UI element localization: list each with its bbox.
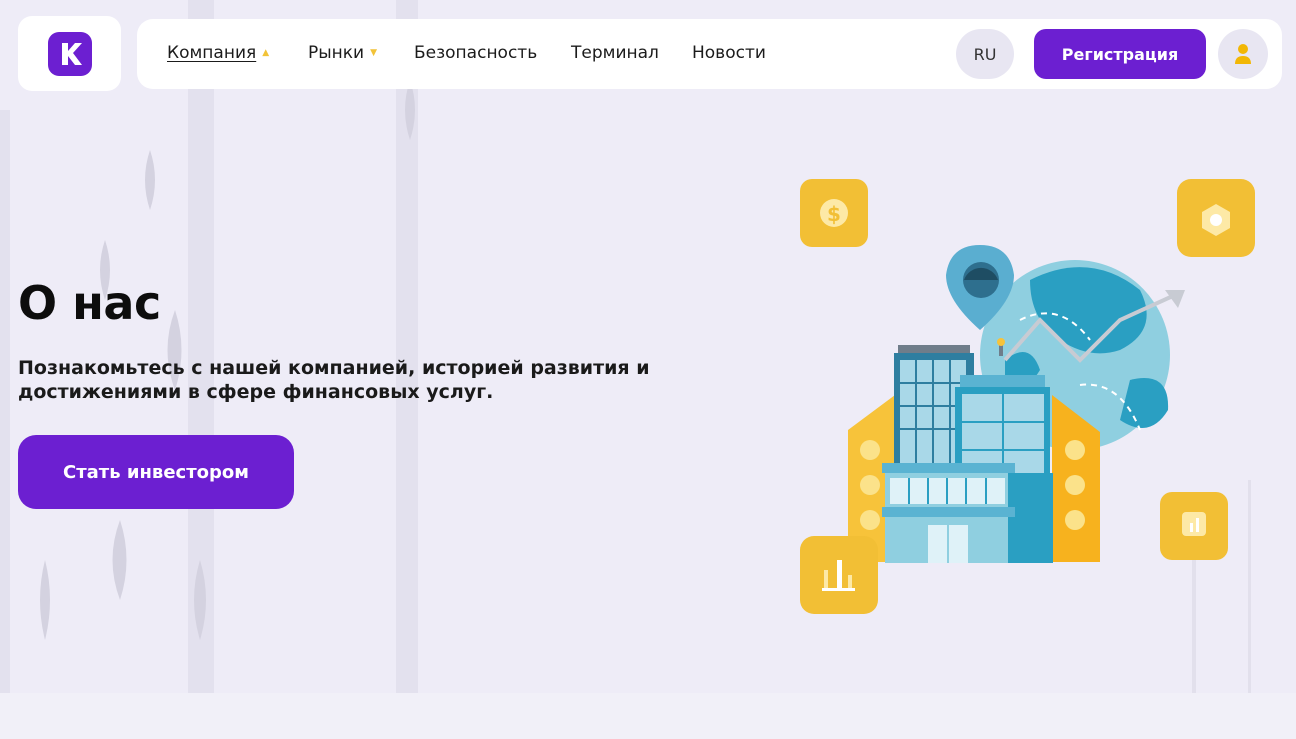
bar-chart-icon: [800, 536, 878, 614]
page-subtitle: Познакомьтесь с нашей компанией, историе…: [18, 357, 650, 403]
nav-item-label: Компания: [167, 43, 257, 63]
nav-item-terminal[interactable]: Терминал: [571, 43, 659, 63]
nav-item-markets[interactable]: Рынки ▼: [308, 43, 377, 63]
footer-band: [0, 693, 1296, 739]
chevron-up-icon: ▲: [262, 48, 270, 58]
user-icon: [1235, 44, 1251, 64]
register-button[interactable]: Регистрация: [1034, 29, 1206, 79]
nav-item-news[interactable]: Новости: [692, 43, 766, 63]
nav-item-label: Терминал: [571, 43, 659, 63]
become-investor-button[interactable]: Стать инвестором: [18, 435, 294, 509]
small-chart-icon: [1160, 492, 1228, 560]
company-illustration: $: [800, 179, 1255, 614]
nav-item-company[interactable]: Компания ▲: [167, 43, 269, 63]
language-button[interactable]: RU: [956, 29, 1014, 79]
nav-item-security[interactable]: Безопасность: [414, 43, 537, 63]
hexagon-icon: [1177, 179, 1255, 257]
top-navigation: Компания ▲ Рынки ▼ Безопасность Терминал…: [137, 19, 1282, 89]
svg-text:$: $: [827, 202, 841, 226]
nav-item-label: Безопасность: [414, 43, 538, 63]
nav-item-label: Новости: [692, 43, 766, 63]
user-account-button[interactable]: [1218, 29, 1268, 79]
page-title: О нас: [18, 276, 161, 330]
logo-button[interactable]: [18, 16, 121, 91]
nav-item-label: Рынки: [308, 43, 365, 63]
chevron-down-icon: ▼: [370, 48, 378, 58]
dollar-coin-icon: $: [800, 179, 868, 247]
k-logo-icon: [47, 31, 92, 76]
